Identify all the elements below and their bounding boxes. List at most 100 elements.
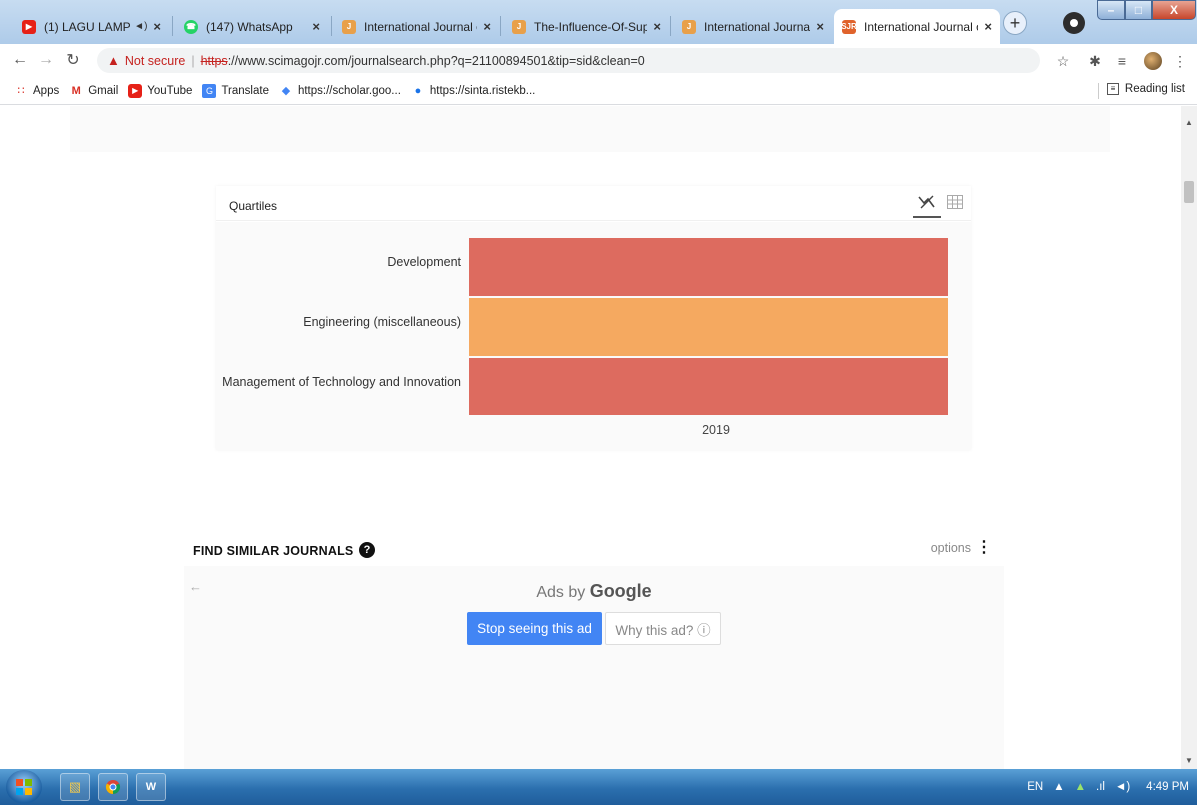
quartile-bar[interactable] <box>469 238 948 296</box>
scroll-down-icon[interactable]: ▼ <box>1185 756 1193 765</box>
taskbar-explorer[interactable]: ▧ <box>60 773 90 801</box>
network-icon[interactable]: ▲ <box>1075 781 1086 793</box>
why-this-ad-button[interactable]: Why this ad? ⓘ <box>605 612 721 645</box>
close-icon[interactable]: × <box>984 19 992 34</box>
help-icon[interactable]: ? <box>359 542 375 558</box>
ads-brand: Google <box>589 581 652 601</box>
windows-logo-icon <box>16 779 32 795</box>
youtube-icon: ▶ <box>128 83 143 98</box>
back-button[interactable]: ← <box>10 50 30 70</box>
x-axis-year: 2019 <box>702 423 730 437</box>
table-icon[interactable] <box>947 195 965 213</box>
tab-title: (147) WhatsApp <box>206 19 293 34</box>
address-bar[interactable]: ▲ Not secure | https ://www.scimagojr.co… <box>97 48 1040 73</box>
start-button[interactable] <box>6 770 42 804</box>
menu-icon[interactable]: ⋮ <box>1171 52 1189 70</box>
category-label: Management of Technology and Innovation <box>222 375 461 389</box>
star-icon[interactable]: ☆ <box>1054 52 1072 70</box>
profile-icon[interactable] <box>1063 12 1085 34</box>
media-control-icon[interactable]: ≡ <box>1113 52 1131 70</box>
maximize-button[interactable]: □ <box>1125 0 1152 20</box>
quartiles-title: Quartiles <box>229 199 278 213</box>
bookmarks-bar: ∷ Apps M Gmail ▶ YouTube G Translate ◆ h… <box>0 77 1197 105</box>
signal-icon[interactable]: .ıl <box>1096 781 1105 793</box>
scroll-thumb[interactable] <box>1184 181 1194 203</box>
close-icon[interactable]: × <box>653 19 661 34</box>
tab-strip: ▶ (1) LAGU LAMPUN ◄) × ☎ (147) WhatsApp … <box>0 0 1197 44</box>
bookmark-translate[interactable]: G Translate <box>202 83 269 98</box>
taskbar-word[interactable]: W <box>136 773 166 801</box>
journal-icon: J <box>682 19 696 34</box>
taskbar-chrome[interactable] <box>98 773 128 801</box>
bookmark-youtube[interactable]: ▶ YouTube <box>128 83 193 98</box>
tab-5[interactable]: J International Journal of × <box>674 9 832 44</box>
tab-title: The-Influence-Of-Supp <box>534 19 648 34</box>
reload-button[interactable]: ↻ <box>63 50 83 70</box>
category-label: Development <box>387 255 461 269</box>
reading-list-label: Reading list <box>1124 83 1185 95</box>
folder-icon: ▧ <box>68 779 82 794</box>
tab-2[interactable]: ☎ (147) WhatsApp × <box>176 9 328 44</box>
translate-icon: G <box>202 83 217 98</box>
quartiles-header: Quartiles <box>216 186 971 221</box>
bookmark-gmail[interactable]: M Gmail <box>69 84 119 98</box>
minimize-button[interactable]: – <box>1097 0 1125 20</box>
clock[interactable]: 4:49 PM <box>1146 781 1189 793</box>
bookmark-sinta[interactable]: ● https://sinta.ristekb... <box>411 84 536 98</box>
close-icon[interactable]: × <box>483 19 491 34</box>
bookmark-label: https://scholar.goo... <box>297 84 401 97</box>
bookmark-label: Translate <box>221 84 269 97</box>
line-chart-icon[interactable] <box>913 194 941 218</box>
similar-journals-header: FIND SIMILAR JOURNALS ? options ⋮ <box>184 533 1004 566</box>
top-band <box>70 106 1110 152</box>
page-scrollbar[interactable]: ▲ ▼ <box>1181 106 1197 769</box>
similar-journals-section: FIND SIMILAR JOURNALS ? options ⋮ ← Ads … <box>184 533 1004 769</box>
url-text: ://www.scimagojr.com/journalsearch.php?q… <box>227 53 645 68</box>
apps-grid-icon: ∷ <box>17 85 25 97</box>
tab-6-active[interactable]: SJR International Journal of × <box>834 9 1000 44</box>
more-vertical-icon: ⋮ <box>976 539 992 556</box>
new-tab-button[interactable]: + <box>1003 11 1027 35</box>
tab-3[interactable]: J International Journal of × <box>334 9 499 44</box>
quartile-bar[interactable] <box>469 298 948 356</box>
close-icon[interactable]: × <box>816 19 824 34</box>
scroll-up-icon[interactable]: ▲ <box>1185 118 1193 127</box>
quartile-bar[interactable] <box>469 358 948 415</box>
tab-title: International Journal of <box>704 19 811 34</box>
tab-title: International Journal of <box>364 19 478 34</box>
close-window-button[interactable]: X <box>1152 0 1196 20</box>
ads-by-google: Ads by Google <box>184 581 1004 602</box>
tab-title: International Journal of <box>864 19 979 34</box>
forward-button[interactable]: → <box>36 50 56 70</box>
volume-icon[interactable]: ◄) <box>1115 781 1130 793</box>
extensions-icon[interactable]: ✱ <box>1086 52 1104 70</box>
youtube-icon: ▶ <box>22 19 36 34</box>
tab-title: (1) LAGU LAMPUN <box>44 19 131 34</box>
language-indicator[interactable]: EN <box>1027 781 1043 793</box>
stop-seeing-ad-button[interactable]: Stop seeing this ad <box>467 612 602 645</box>
close-icon[interactable]: × <box>153 19 161 34</box>
quartiles-card: Quartiles Development Engineering (misce… <box>216 186 971 450</box>
close-icon[interactable]: × <box>312 19 320 34</box>
not-secure-label[interactable]: Not secure <box>125 54 185 68</box>
bookmark-label: Apps <box>33 84 60 97</box>
tab-1[interactable]: ▶ (1) LAGU LAMPUN ◄) × <box>14 9 169 44</box>
avatar[interactable] <box>1144 52 1162 70</box>
bookmark-scholar[interactable]: ◆ https://scholar.goo... <box>279 84 401 98</box>
reading-list-icon: ≡ <box>1106 83 1119 95</box>
bookmark-label: YouTube <box>147 84 193 97</box>
bookmark-apps[interactable]: ∷ Apps <box>14 84 60 98</box>
tab-4[interactable]: J The-Influence-Of-Supp × <box>504 9 669 44</box>
tray-expand-icon[interactable]: ▲ <box>1053 781 1064 793</box>
sjr-icon: SJR <box>841 19 857 34</box>
reading-list-button[interactable]: ≡ Reading list <box>1106 83 1185 95</box>
options-button[interactable]: options ⋮ <box>931 539 992 556</box>
system-tray: EN ▲ ▲ .ıl ◄) 4:49 PM <box>1017 769 1189 805</box>
whatsapp-icon: ☎ <box>184 19 198 34</box>
bookmark-label: Gmail <box>88 84 119 97</box>
scholar-icon: ◆ <box>281 85 291 97</box>
similar-journals-title: FIND SIMILAR JOURNALS <box>193 544 354 558</box>
url-scheme: https <box>200 53 228 68</box>
audio-icon[interactable]: ◄) <box>134 21 147 32</box>
quartiles-chart: Development Engineering (miscellaneous) … <box>216 222 971 450</box>
